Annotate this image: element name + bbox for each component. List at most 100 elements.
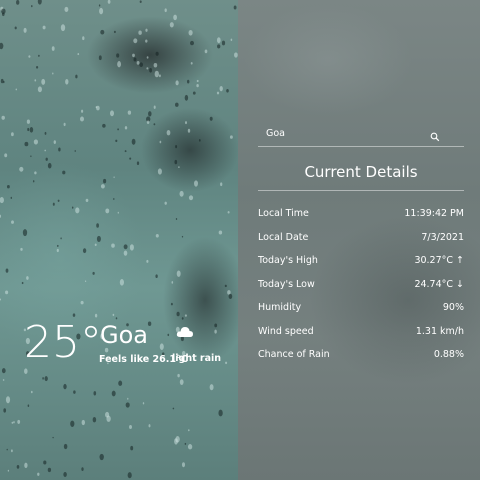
raindrop	[171, 281, 174, 284]
raindrop	[16, 465, 20, 469]
raindrop	[30, 390, 33, 394]
raindrop	[149, 67, 153, 73]
search-input[interactable]	[266, 125, 416, 141]
raindrop	[77, 53, 80, 56]
raindrop	[186, 79, 190, 84]
raindrop	[75, 74, 78, 79]
raindrop	[20, 247, 23, 251]
raindrop	[109, 110, 115, 117]
raindrop	[65, 78, 69, 85]
raindrop	[187, 444, 193, 450]
raindrop	[80, 300, 84, 305]
raindrop	[63, 472, 67, 477]
raindrop	[157, 168, 162, 175]
raindrop	[115, 139, 118, 143]
raindrop	[103, 178, 107, 184]
raindrop	[184, 442, 187, 445]
raindrop	[105, 208, 110, 214]
raindrop	[111, 390, 116, 397]
raindrop	[218, 230, 223, 235]
raindrop	[146, 259, 149, 263]
raindrop	[155, 234, 159, 238]
raindrop	[57, 199, 60, 202]
raindrop	[181, 235, 184, 238]
raindrop	[43, 460, 47, 465]
raindrop	[1, 115, 5, 120]
raindrop	[92, 271, 95, 275]
raindrop	[74, 150, 76, 152]
rain-drops-overlay	[0, 0, 238, 479]
raindrop	[228, 293, 233, 299]
raindrop	[11, 132, 14, 137]
raindrop	[125, 402, 130, 408]
detail-value: 1.31 km/h	[415, 325, 464, 337]
raindrop	[15, 88, 18, 91]
detail-value: 0.88%	[433, 349, 464, 361]
raindrop	[221, 40, 226, 46]
raindrop	[148, 424, 151, 428]
raindrop	[105, 411, 110, 418]
raindrop	[172, 407, 175, 410]
raindrop	[159, 140, 162, 144]
raindrop	[147, 321, 152, 327]
raindrop	[139, 0, 142, 3]
raindrop	[0, 78, 4, 84]
raindrop	[22, 229, 28, 237]
raindrop	[42, 25, 46, 30]
raindrop	[63, 383, 67, 390]
raindrop	[175, 218, 178, 220]
raindrop	[153, 123, 156, 126]
raindrop	[96, 235, 101, 242]
raindrop	[129, 157, 132, 160]
raindrop	[7, 469, 10, 472]
raindrop	[52, 436, 54, 439]
raindrop	[32, 180, 35, 183]
current-temperature: 25°	[24, 317, 102, 368]
raindrop	[14, 26, 17, 30]
raindrop	[178, 166, 180, 169]
raindrop	[136, 161, 140, 166]
raindrop	[81, 467, 84, 471]
raindrop	[145, 28, 148, 32]
raindrop	[29, 127, 34, 133]
raindrop	[136, 61, 140, 65]
raindrop	[217, 44, 221, 49]
raindrop	[111, 243, 115, 248]
detail-row-local-date: Local Date 7/3/2021	[258, 226, 464, 250]
raindrop	[184, 94, 189, 101]
raindrop	[155, 274, 158, 279]
raindrop	[164, 8, 167, 13]
raindrop	[187, 128, 191, 133]
raindrop	[169, 22, 174, 28]
search-bar	[258, 122, 464, 147]
raindrop	[138, 30, 142, 35]
raindrop	[71, 206, 74, 209]
detail-row-local-time: Local Time 11:39:42 PM	[258, 202, 464, 226]
raindrop	[175, 80, 179, 86]
weather-condition: light rain	[172, 353, 222, 364]
raindrop	[100, 184, 105, 189]
raindrop	[0, 214, 2, 218]
raindrop	[13, 420, 15, 424]
raindrop	[146, 56, 149, 59]
raindrop	[142, 402, 145, 405]
raindrop	[117, 211, 119, 214]
raindrop	[174, 159, 178, 165]
search-icon[interactable]	[430, 127, 440, 142]
raindrop	[146, 67, 149, 70]
raindrop	[3, 408, 7, 413]
detail-value: 7/3/2021	[421, 231, 464, 243]
raindrop	[64, 6, 69, 12]
raindrop	[84, 280, 87, 283]
raindrop	[214, 329, 217, 334]
raindrop	[127, 110, 132, 115]
raindrop	[58, 147, 61, 152]
raindrop	[220, 182, 223, 187]
raindrop	[37, 472, 40, 476]
raindrop	[112, 313, 115, 317]
cloud-icon	[176, 324, 194, 338]
raindrop	[31, 4, 33, 8]
raindrop	[131, 138, 136, 145]
raindrop	[44, 149, 46, 152]
raindrop	[181, 462, 186, 468]
